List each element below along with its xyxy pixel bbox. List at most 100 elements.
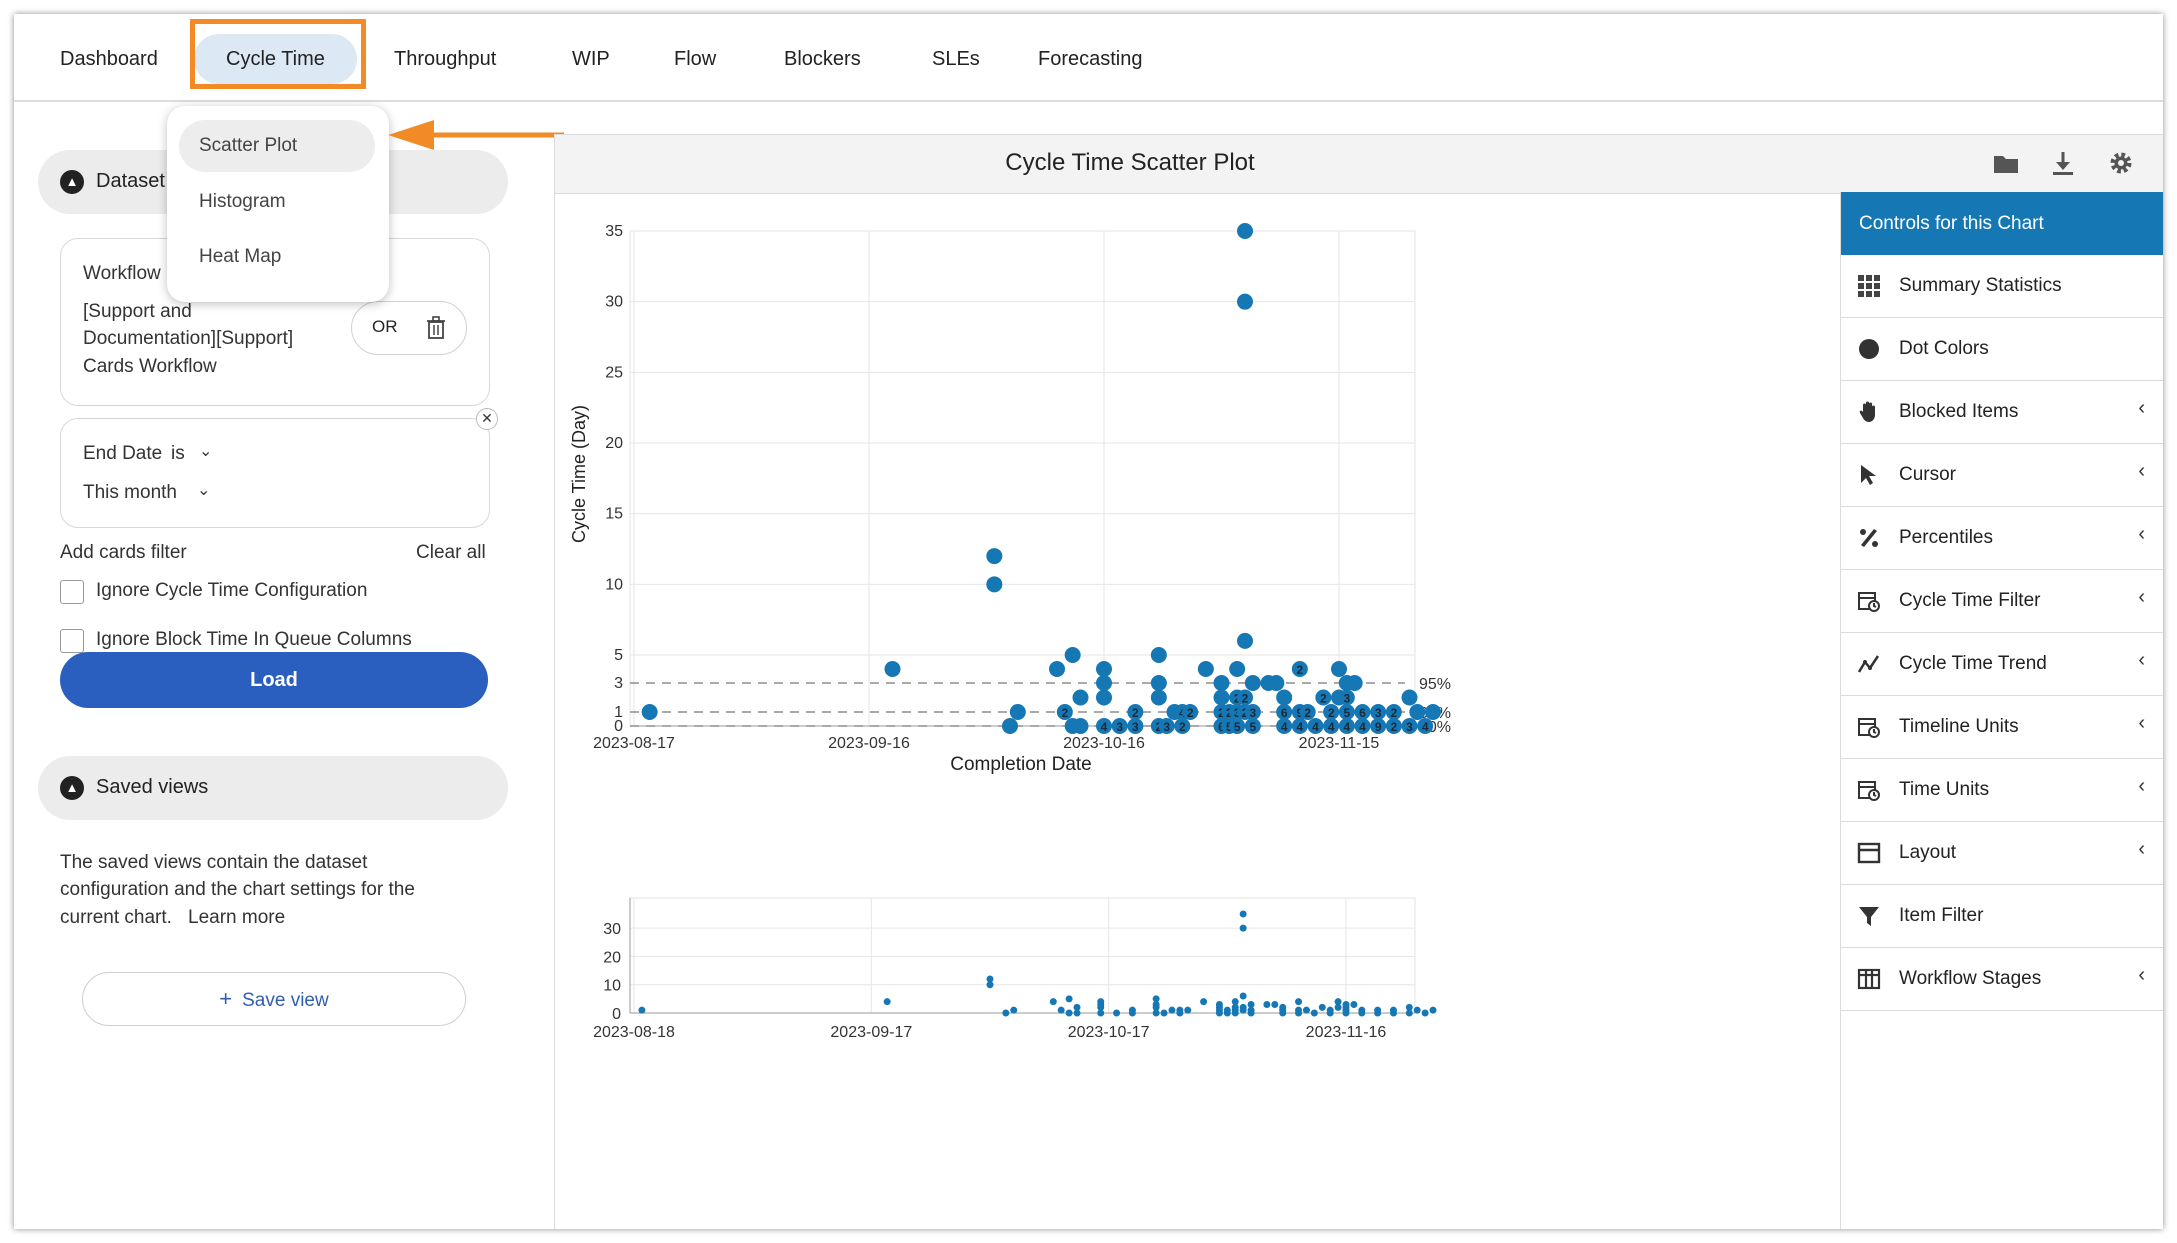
- control-cycle-time-trend[interactable]: Cycle Time Trend ‹: [1841, 633, 2163, 696]
- menu-item-histogram[interactable]: Histogram: [179, 176, 375, 228]
- control-time-units[interactable]: Time Units ‹: [1841, 759, 2163, 822]
- tab-sles[interactable]: SLEs: [932, 34, 980, 84]
- or-delete-group: OR: [351, 301, 467, 355]
- overview-data-point: [1184, 1006, 1192, 1014]
- overview-data-point: [1065, 995, 1073, 1003]
- data-point-count: 6: [1281, 706, 1288, 720]
- end-date-label[interactable]: End Date: [83, 443, 162, 465]
- end-date-value[interactable]: This month: [83, 482, 177, 504]
- overview-data-point: [1334, 998, 1342, 1006]
- close-icon[interactable]: ✕: [476, 408, 498, 430]
- tab-dashboard[interactable]: Dashboard: [60, 34, 158, 84]
- data-point-count: 3: [1249, 706, 1256, 720]
- data-point-count: 5: [1234, 720, 1241, 734]
- tab-throughput[interactable]: Throughput: [394, 34, 496, 84]
- data-point-count: 4: [1281, 720, 1288, 734]
- end-date-is[interactable]: is: [171, 443, 185, 465]
- saved-views-desc-line3: current chart.: [60, 907, 172, 928]
- add-cards-filter-link[interactable]: Add cards filter: [60, 542, 187, 564]
- chevron-left-icon[interactable]: ‹: [2138, 397, 2145, 420]
- or-button[interactable]: OR: [372, 317, 398, 337]
- overview-data-point: [1152, 1009, 1160, 1017]
- chevron-up-icon: ▲: [60, 776, 84, 800]
- control-cursor[interactable]: Cursor ‹: [1841, 444, 2163, 507]
- data-point: [1268, 675, 1285, 691]
- chevron-down-icon[interactable]: ⌄: [199, 441, 212, 461]
- chevron-left-icon[interactable]: ‹: [2138, 523, 2145, 546]
- overview-data-point: [1350, 1001, 1358, 1009]
- data-point: [1150, 647, 1167, 663]
- chevron-left-icon[interactable]: ‹: [2138, 712, 2145, 735]
- control-label: Percentiles: [1899, 527, 1993, 548]
- menu-item-scatter-plot[interactable]: Scatter Plot: [179, 120, 375, 172]
- data-point-count: 4: [1359, 720, 1366, 734]
- workflow-value-line3[interactable]: Cards Workflow: [83, 356, 217, 378]
- chevron-left-icon[interactable]: ‹: [2138, 586, 2145, 609]
- data-point: [1009, 704, 1026, 720]
- chart-controls-panel: Controls for this Chart Summary Statisti…: [1840, 192, 2163, 1229]
- chevron-left-icon[interactable]: ‹: [2138, 649, 2145, 672]
- chevron-down-icon[interactable]: ⌄: [197, 480, 210, 500]
- data-point-count: 3: [1116, 720, 1123, 734]
- filter-icon: [1859, 907, 1879, 926]
- overview-data-point: [1049, 998, 1057, 1006]
- chevron-left-icon[interactable]: ‹: [2138, 775, 2145, 798]
- scatter-chart[interactable]: 2023-08-17 2023-09-16 2023-10-16 2023-11-15…: [555, 192, 1840, 1229]
- data-point: [884, 661, 901, 677]
- download-icon[interactable]: [2049, 149, 2077, 177]
- overview-plot-area: [629, 897, 1416, 1014]
- data-point-count: 9: [1375, 720, 1382, 734]
- control-cycle-time-filter[interactable]: Cycle Time Filter ‹: [1841, 570, 2163, 633]
- control-label: Cursor: [1899, 464, 1957, 485]
- chart-title-bar: Cycle Time Scatter Plot: [555, 134, 2163, 194]
- ignore-block-time-checkbox[interactable]: [60, 629, 84, 653]
- control-label: Workflow Stages: [1899, 968, 2042, 989]
- chevron-left-icon[interactable]: ‹: [2138, 460, 2145, 483]
- overview-data-point: [1215, 1009, 1223, 1017]
- overview-data-point: [1405, 1003, 1413, 1011]
- control-item-filter[interactable]: Item Filter: [1841, 885, 2163, 948]
- save-view-label: Save view: [242, 990, 329, 1011]
- x-tick-label: 2023-10-16: [1063, 735, 1145, 752]
- y-tick-label: 30: [605, 294, 623, 311]
- tab-blockers[interactable]: Blockers: [784, 34, 861, 84]
- data-point: [641, 704, 658, 720]
- saved-views-section-header[interactable]: ▲ Saved views: [38, 756, 508, 820]
- data-point: [1401, 689, 1418, 706]
- menu-item-heat-map[interactable]: Heat Map: [179, 231, 375, 283]
- overview-data-point: [1176, 1009, 1184, 1017]
- workflow-value-line1[interactable]: [Support and: [83, 301, 192, 323]
- top-nav: Dashboard Cycle Time Throughput WIP Flow…: [14, 14, 2163, 102]
- tab-forecasting[interactable]: Forecasting: [1038, 34, 1143, 84]
- control-workflow-stages[interactable]: Workflow Stages ‹: [1841, 948, 2163, 1011]
- tab-flow[interactable]: Flow: [674, 34, 716, 84]
- control-percentiles[interactable]: Percentiles ‹: [1841, 507, 2163, 570]
- y-tick-label: 1: [614, 704, 623, 721]
- data-point: [1346, 675, 1363, 691]
- data-point: [1276, 689, 1293, 706]
- control-blocked-items[interactable]: Blocked Items ‹: [1841, 381, 2163, 444]
- trash-icon[interactable]: [426, 316, 446, 340]
- ignore-cycle-time-checkbox[interactable]: [60, 580, 84, 604]
- control-dot-colors[interactable]: Dot Colors: [1841, 318, 2163, 381]
- save-view-button[interactable]: + Save view: [82, 972, 466, 1026]
- overview-data-point: [883, 998, 891, 1006]
- tab-wip[interactable]: WIP: [572, 34, 610, 84]
- chart-title: Cycle Time Scatter Plot: [1005, 149, 1255, 176]
- clear-all-link[interactable]: Clear all: [416, 542, 486, 564]
- layout-icon: [1857, 842, 1881, 864]
- control-summary-statistics[interactable]: Summary Statistics: [1841, 255, 2163, 318]
- y-tick-label: 15: [605, 506, 623, 523]
- learn-more-link[interactable]: Learn more: [188, 907, 285, 929]
- chevron-left-icon[interactable]: ‹: [2138, 964, 2145, 987]
- load-button[interactable]: Load: [60, 652, 488, 708]
- control-timeline-units[interactable]: Timeline Units ‹: [1841, 696, 2163, 759]
- chevron-left-icon[interactable]: ‹: [2138, 838, 2145, 861]
- data-point-count: 2: [1296, 663, 1303, 677]
- control-label: Cycle Time Trend: [1899, 653, 2047, 674]
- workflow-value-line2[interactable]: Documentation][Support]: [83, 328, 293, 350]
- gear-icon[interactable]: [2107, 149, 2135, 177]
- control-layout[interactable]: Layout ‹: [1841, 822, 2163, 885]
- data-point-count: 2: [1179, 720, 1186, 734]
- folder-icon[interactable]: [1992, 149, 2020, 177]
